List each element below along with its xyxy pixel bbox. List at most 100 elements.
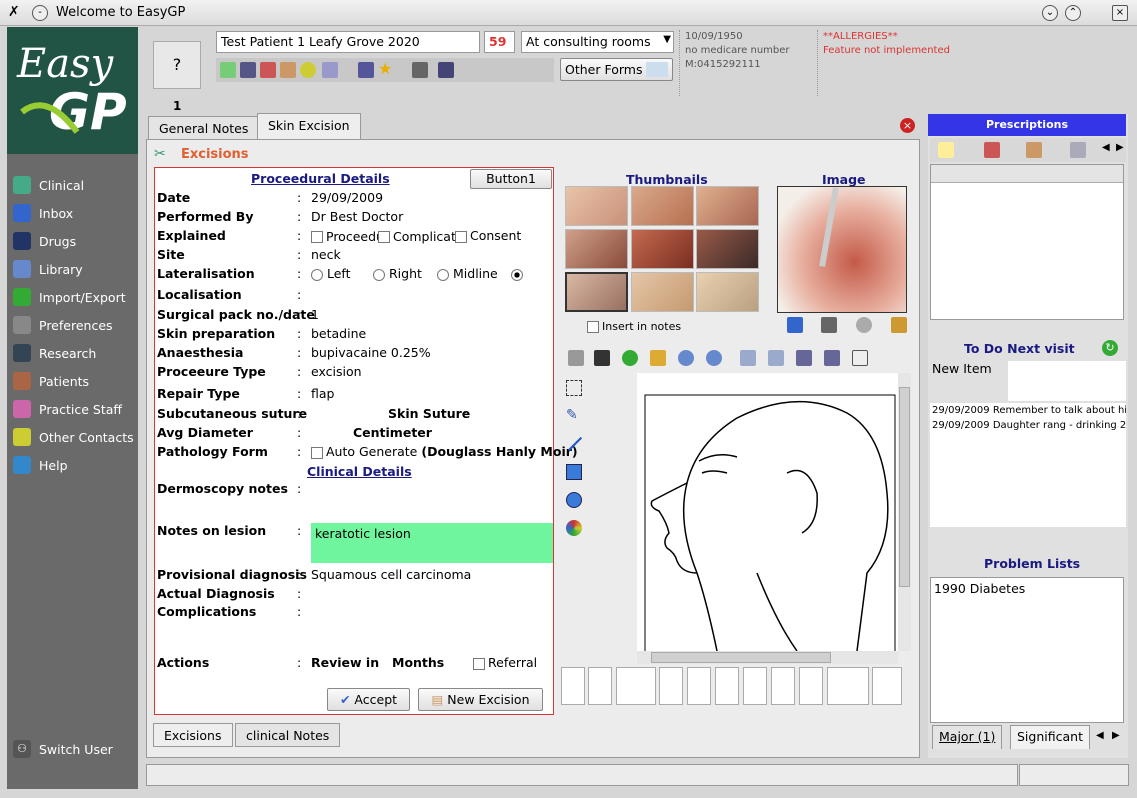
thumbnail-image[interactable] (631, 186, 694, 226)
sidebar-item-import-export[interactable]: Import/Export (13, 286, 138, 308)
zoom-out-icon[interactable] (706, 350, 722, 366)
thumbnail-image[interactable] (696, 229, 759, 269)
pencil-tool-icon[interactable]: ✎ (566, 407, 578, 423)
select-tool-icon[interactable] (566, 380, 582, 396)
skin-prep-value[interactable]: betadine (311, 326, 366, 341)
midline-radio[interactable] (437, 268, 449, 281)
chevron-right-icon[interactable]: ▶ (1116, 142, 1124, 153)
canvas-vertical-scrollbar[interactable] (898, 373, 911, 651)
todo-list[interactable]: 29/09/2009 Remember to talk about his d … (930, 403, 1126, 527)
prescriptions-list[interactable] (930, 164, 1124, 320)
tab-clinical-notes[interactable]: clinical Notes (235, 723, 341, 747)
selected-image[interactable] (777, 186, 907, 313)
todo-item[interactable]: 29/09/2009 Remember to talk about his d (932, 405, 1126, 416)
ellipse-tool-icon[interactable] (566, 492, 582, 508)
app-menu-icon[interactable]: ✗ (8, 4, 20, 20)
sidebar-item-practice-staff[interactable]: Practice Staff (13, 398, 138, 420)
refresh-icon[interactable] (622, 350, 638, 366)
close-icon[interactable]: × (1112, 5, 1128, 21)
sidebar-item-inbox[interactable]: Inbox (13, 202, 138, 224)
document-icon[interactable] (1026, 142, 1042, 158)
consent-checkbox[interactable] (455, 230, 467, 243)
pen-icon[interactable] (260, 62, 276, 78)
insert-in-notes[interactable]: Insert in notes (587, 318, 681, 333)
new-note-icon[interactable] (220, 62, 236, 78)
body-diagram-thumb[interactable] (715, 667, 739, 705)
rotate-right-icon[interactable] (824, 350, 840, 366)
undo-icon[interactable] (650, 350, 666, 366)
thumbnail-image[interactable] (565, 186, 628, 226)
complication-checkbox[interactable] (378, 230, 390, 243)
button1[interactable]: Button1 (470, 169, 552, 189)
thumbnail-image[interactable] (631, 272, 694, 312)
body-diagram-thumb[interactable] (872, 667, 902, 705)
print-image-icon[interactable] (821, 317, 837, 333)
thumbnail-image[interactable] (565, 229, 628, 269)
performed-by-value[interactable]: Dr Best Doctor (311, 209, 403, 224)
anaesthesia-value[interactable]: bupivacaine 0.25% (311, 345, 431, 360)
date-value[interactable]: 29/09/2009 (311, 190, 383, 205)
chevron-right-icon[interactable]: ▶ (1112, 730, 1120, 741)
letter-icon[interactable] (322, 62, 338, 78)
body-diagram-thumb[interactable] (561, 667, 585, 705)
body-diagram-thumb[interactable] (687, 667, 711, 705)
referral-checkbox[interactable] (473, 657, 485, 670)
sidebar-item-patients[interactable]: Patients (13, 370, 138, 392)
document-icon[interactable] (280, 62, 296, 78)
sidebar-item-help[interactable]: Help (13, 454, 138, 476)
thumbnail-image[interactable] (631, 229, 694, 269)
chevron-left-icon[interactable]: ◀ (1096, 730, 1104, 741)
maximize-icon[interactable]: ⌃ (1065, 5, 1081, 21)
unspecified-radio[interactable] (511, 268, 523, 281)
patient-name-field[interactable]: Test Patient 1 Leafy Grove 2020 (216, 31, 480, 53)
patient-photo[interactable]: ? (153, 41, 201, 89)
window-menu-icon[interactable]: - (32, 5, 48, 21)
site-value[interactable]: neck (311, 247, 341, 262)
auto-generate-checkbox[interactable] (311, 446, 323, 459)
rectangle-tool-icon[interactable] (566, 464, 582, 480)
body-diagram-thumb[interactable] (799, 667, 823, 705)
body-diagram-thumb[interactable] (743, 667, 767, 705)
todo-item[interactable]: 29/09/2009 Daughter rang - drinking 20 s (932, 420, 1126, 431)
new-item-field[interactable] (1008, 361, 1126, 401)
tab-excisions[interactable]: Excisions (153, 723, 233, 747)
body-diagram-thumb[interactable] (771, 667, 795, 705)
book-icon[interactable] (358, 62, 374, 78)
no-entry-icon[interactable] (300, 62, 316, 78)
close-tab-icon[interactable]: × (900, 118, 915, 133)
accept-button[interactable]: ✔ Accept (327, 688, 410, 711)
copy-icon[interactable] (852, 350, 868, 366)
flip-vertical-icon[interactable] (768, 350, 784, 366)
tab-major[interactable]: Major (1) (932, 725, 1003, 749)
body-diagram-thumb[interactable] (827, 667, 869, 705)
sidebar-item-library[interactable]: Library (13, 258, 138, 280)
minimize-icon[interactable]: ⌄ (1042, 5, 1058, 21)
calculator-icon[interactable] (240, 62, 256, 78)
switch-user-button[interactable]: ⚇ Switch User (13, 738, 138, 760)
sidebar-item-preferences[interactable]: Preferences (13, 314, 138, 336)
zoom-image-icon[interactable] (856, 317, 872, 333)
location-select[interactable]: At consulting rooms ▼ (521, 31, 674, 53)
tab-significant[interactable]: Significant (1010, 725, 1090, 749)
chevron-left-icon[interactable]: ◀ (1102, 142, 1110, 153)
rotate-left-icon[interactable] (796, 350, 812, 366)
note-icon[interactable] (938, 142, 954, 158)
left-radio[interactable] (311, 268, 323, 281)
problem-item[interactable]: 1990 Diabetes (934, 581, 1120, 596)
tab-skin-excision[interactable]: Skin Excision (257, 113, 361, 139)
thumbnail-image-selected[interactable] (565, 272, 628, 312)
save-drawing-icon[interactable] (594, 350, 610, 366)
new-excision-button[interactable]: ▤ New Excision (418, 688, 543, 711)
surgical-pack-value[interactable]: 1 (311, 307, 319, 322)
save-image-icon[interactable] (787, 317, 803, 333)
pen-icon[interactable] (984, 142, 1000, 158)
sidebar-item-research[interactable]: Research (13, 342, 138, 364)
zoom-in-icon[interactable] (678, 350, 694, 366)
letter-icon[interactable] (1070, 142, 1086, 158)
line-tool-icon[interactable] (567, 436, 583, 452)
sidebar-item-clinical[interactable]: Clinical (13, 174, 138, 196)
sidebar-item-other-contacts[interactable]: Other Contacts (13, 426, 138, 448)
canvas-horizontal-scrollbar[interactable] (637, 651, 898, 664)
repair-type-value[interactable]: flap (311, 386, 334, 401)
sidebar-item-drugs[interactable]: Drugs (13, 230, 138, 252)
